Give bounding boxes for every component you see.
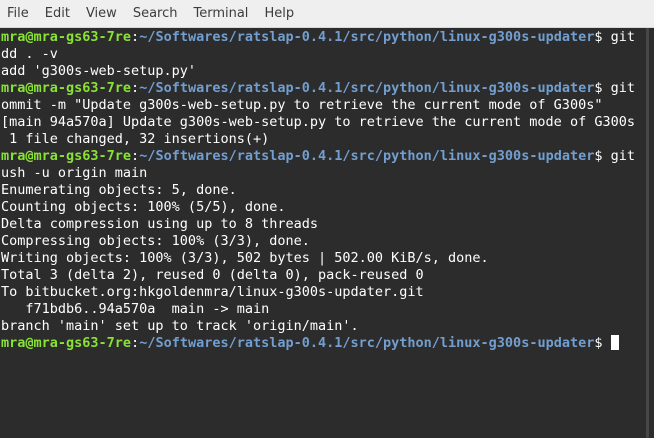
- menu-search[interactable]: Search: [125, 0, 186, 28]
- output-text: ommit -m "Update g300s-web-setup.py to r…: [1, 97, 603, 113]
- prompt-line: mra@mra-gs63-7re:~/Softwares/ratslap-0.4…: [1, 80, 641, 97]
- prompt-user: mra@mra-gs63-7re: [1, 335, 132, 351]
- terminal-window: File Edit View Search Terminal Help mra@…: [0, 0, 654, 438]
- output-line: To bitbucket.org:hkgoldenmra/linux-g300s…: [1, 284, 641, 301]
- output-line: Delta compression using up to 8 threads: [1, 216, 641, 233]
- prompt-separator: :: [131, 335, 140, 351]
- output-line: 1 file changed, 32 insertions(+): [1, 131, 641, 148]
- prompt-separator: :: [131, 80, 140, 96]
- output-text: [main 94a570a] Update g300s-web-setup.py…: [1, 114, 635, 130]
- menu-help[interactable]: Help: [256, 0, 302, 28]
- prompt-user: mra@mra-gs63-7re: [1, 29, 132, 45]
- output-line: add 'g300s-web-setup.py': [1, 63, 641, 80]
- prompt-user: mra@mra-gs63-7re: [1, 80, 132, 96]
- output-text: Writing objects: 100% (3/3), 502 bytes |…: [1, 250, 489, 266]
- prompt-path: ~/Softwares/ratslap-0.4.1/src/python/lin…: [139, 80, 595, 96]
- menu-terminal[interactable]: Terminal: [185, 0, 256, 28]
- prompt-path: ~/Softwares/ratslap-0.4.1/src/python/lin…: [139, 335, 595, 351]
- command-text: git a: [610, 29, 635, 45]
- output-line: Compressing objects: 100% (3/3), done.: [1, 233, 641, 250]
- output-line: [main 94a570a] Update g300s-web-setup.py…: [1, 114, 641, 131]
- output-line: Enumerating objects: 5, done.: [1, 182, 641, 199]
- output-line: ommit -m "Update g300s-web-setup.py to r…: [1, 97, 641, 114]
- output-text: Compressing objects: 100% (3/3), done.: [1, 233, 310, 249]
- command-text: git c: [610, 80, 635, 96]
- output-line: Total 3 (delta 2), reused 0 (delta 0), p…: [1, 267, 641, 284]
- output-line: ush -u origin main: [1, 165, 641, 182]
- output-line: f71bdb6..94a570a main -> main: [1, 301, 641, 318]
- prompt-line: mra@mra-gs63-7re:~/Softwares/ratslap-0.4…: [1, 335, 641, 352]
- scrollbar-thumb[interactable]: [646, 28, 649, 438]
- terminal-cursor: [610, 335, 619, 350]
- terminal-output[interactable]: mra@mra-gs63-7re:~/Softwares/ratslap-0.4…: [0, 28, 641, 438]
- prompt-line: mra@mra-gs63-7re:~/Softwares/ratslap-0.4…: [1, 29, 641, 46]
- prompt-separator: :: [131, 148, 140, 164]
- output-text: dd . -v: [1, 46, 58, 62]
- output-line: Counting objects: 100% (5/5), done.: [1, 199, 641, 216]
- output-text: To bitbucket.org:hkgoldenmra/linux-g300s…: [1, 284, 424, 300]
- output-text: Delta compression using up to 8 threads: [1, 216, 318, 232]
- output-text: branch 'main' set up to track 'origin/ma…: [1, 318, 359, 334]
- scrollbar[interactable]: [641, 28, 654, 438]
- output-line: dd . -v: [1, 46, 641, 63]
- menu-view[interactable]: View: [78, 0, 125, 28]
- command-text: [602, 335, 610, 351]
- output-text: 1 file changed, 32 insertions(+): [1, 131, 270, 147]
- output-text: add 'g300s-web-setup.py': [1, 63, 197, 79]
- prompt-user: mra@mra-gs63-7re: [1, 148, 132, 164]
- output-line: branch 'main' set up to track 'origin/ma…: [1, 318, 641, 335]
- prompt-separator: :: [131, 29, 140, 45]
- output-text: Total 3 (delta 2), reused 0 (delta 0), p…: [1, 267, 424, 283]
- output-text: Counting objects: 100% (5/5), done.: [1, 199, 286, 215]
- terminal-lines: mra@mra-gs63-7re:~/Softwares/ratslap-0.4…: [1, 29, 641, 352]
- prompt-line: mra@mra-gs63-7re:~/Softwares/ratslap-0.4…: [1, 148, 641, 165]
- output-text: f71bdb6..94a570a main -> main: [1, 301, 270, 317]
- menu-edit[interactable]: Edit: [37, 0, 78, 28]
- prompt-path: ~/Softwares/ratslap-0.4.1/src/python/lin…: [139, 29, 595, 45]
- output-text: Enumerating objects: 5, done.: [1, 182, 237, 198]
- menu-file[interactable]: File: [0, 0, 37, 28]
- command-text: git p: [610, 148, 635, 164]
- menu-bar: File Edit View Search Terminal Help: [0, 0, 654, 28]
- output-line: Writing objects: 100% (3/3), 502 bytes |…: [1, 250, 641, 267]
- output-text: ush -u origin main: [1, 165, 148, 181]
- prompt-path: ~/Softwares/ratslap-0.4.1/src/python/lin…: [139, 148, 595, 164]
